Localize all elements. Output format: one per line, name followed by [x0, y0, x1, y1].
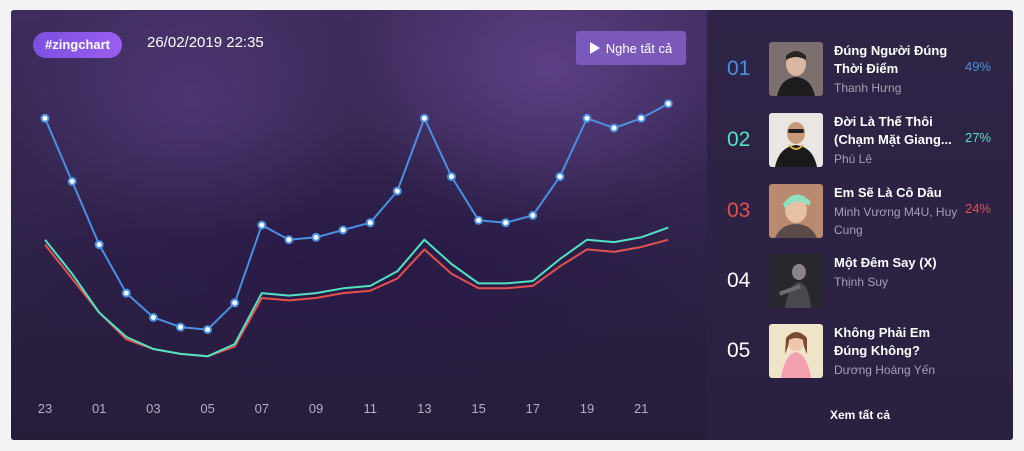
chart-panel: 23 01 03 05 07 09 11 13 15 17 19 21 #zingchart 26/0…	[11, 10, 707, 440]
song-artist[interactable]: Thanh Hưng	[834, 79, 962, 97]
see-all-link[interactable]: Xem tất cả	[707, 408, 1013, 422]
song-artist[interactable]: Thịnh Suy	[834, 273, 962, 291]
song-artist[interactable]: Phú Lê	[834, 150, 962, 168]
play-icon	[589, 42, 600, 54]
series-1-point[interactable]	[121, 288, 131, 298]
series-1-point[interactable]	[636, 113, 646, 123]
series-1-point[interactable]	[40, 113, 50, 123]
series-1-point[interactable]	[528, 210, 538, 220]
x-tick-label: 21	[633, 401, 649, 416]
series-1-point[interactable]	[419, 113, 429, 123]
song-title[interactable]: Em Sẽ Là Cô Dâu	[834, 184, 962, 202]
series-1-point[interactable]	[338, 225, 348, 235]
series-1-point[interactable]	[474, 215, 484, 225]
x-tick-label: 13	[417, 401, 432, 416]
song-thumbnail[interactable]	[769, 113, 823, 167]
series-1-point[interactable]	[582, 113, 592, 123]
x-tick-label: 05	[200, 401, 215, 416]
series-3-line	[44, 238, 669, 358]
zingchart-tag[interactable]: #zingchart	[33, 32, 123, 58]
series-1-point[interactable]	[392, 186, 402, 196]
song-artist[interactable]: Minh Vương M4U, Huy Cung	[834, 203, 962, 239]
series-1-point[interactable]	[203, 325, 213, 335]
song-title[interactable]: Một Đêm Say (X)	[834, 254, 962, 272]
song-percent: 27%	[964, 130, 991, 145]
x-tick-label: 11	[363, 401, 377, 416]
x-tick-label: 15	[471, 401, 486, 416]
series-1-point[interactable]	[67, 176, 77, 186]
song-rank: 05	[727, 339, 751, 362]
x-tick-label: 09	[308, 401, 324, 416]
x-tick-label: 07	[254, 401, 270, 416]
play-all-label: Nghe tất cả	[605, 40, 673, 56]
song-thumbnail[interactable]	[769, 42, 823, 96]
x-tick-label: 17	[525, 401, 541, 416]
series-1-point[interactable]	[555, 172, 565, 182]
series-1-point[interactable]	[447, 172, 456, 182]
x-tick-label: 23	[37, 401, 53, 416]
x-tick-label: 19	[579, 401, 595, 416]
series-1-point[interactable]	[257, 220, 267, 230]
series-1-line	[44, 102, 669, 331]
song-item-4[interactable]: 04 Một Đêm Say (X) Thịnh Suy	[707, 253, 1013, 309]
series-1-point[interactable]	[176, 322, 185, 332]
song-thumbnail[interactable]	[769, 254, 823, 308]
song-rank: 03	[727, 199, 751, 222]
x-tick-label: 01	[91, 401, 107, 416]
series-1-point[interactable]	[609, 123, 619, 133]
x-tick-label: 03	[146, 401, 161, 416]
song-rank: 04	[727, 269, 751, 292]
song-rank: 02	[727, 128, 751, 151]
series-1-point[interactable]	[284, 235, 294, 245]
song-percent: 49%	[964, 59, 991, 74]
song-item-1[interactable]: 01 Đúng Người Đúng Thời Điểm Thanh Hưng …	[707, 41, 1013, 97]
song-item-3[interactable]: 03 Em Sẽ Là Cô Dâu Minh Vương M4U, Huy C…	[707, 183, 1013, 239]
series-1-point[interactable]	[230, 298, 240, 308]
song-title[interactable]: Đúng Người Đúng Thời Điểm	[834, 42, 962, 78]
song-list-panel: 01 Đúng Người Đúng Thời Điểm Thanh Hưng …	[707, 10, 1013, 440]
series-1-point[interactable]	[148, 312, 158, 322]
play-all-button[interactable]: Nghe tất cả	[576, 31, 686, 65]
song-item-5[interactable]: 05 Không Phải Em Đúng Không? Dương Hoàng…	[707, 323, 1013, 379]
song-artist[interactable]: Dương Hoàng Yến	[834, 361, 962, 379]
series-1-point[interactable]	[365, 218, 375, 228]
song-thumbnail[interactable]	[769, 324, 823, 378]
song-item-2[interactable]: 02 Đời Là Thế Thôi (Chạm Mặt Giang... Ph…	[707, 112, 1013, 168]
song-thumbnail[interactable]	[769, 184, 823, 238]
song-title[interactable]: Không Phải Em Đúng Không?	[834, 324, 962, 360]
series-1-point[interactable]	[311, 232, 321, 242]
series-1-point[interactable]	[501, 218, 511, 228]
series-1-point[interactable]	[663, 99, 673, 109]
song-rank: 01	[727, 57, 751, 80]
chart-datetime: 26/02/2019 22:35	[147, 34, 264, 51]
song-title[interactable]: Đời Là Thế Thôi (Chạm Mặt Giang...	[834, 113, 962, 149]
line-chart	[40, 99, 673, 358]
series-1-point[interactable]	[94, 240, 104, 250]
song-percent: 24%	[964, 201, 991, 216]
zingchart-card: 23 01 03 05 07 09 11 13 15 17 19 21 #zingchart 26/0…	[11, 10, 1013, 440]
